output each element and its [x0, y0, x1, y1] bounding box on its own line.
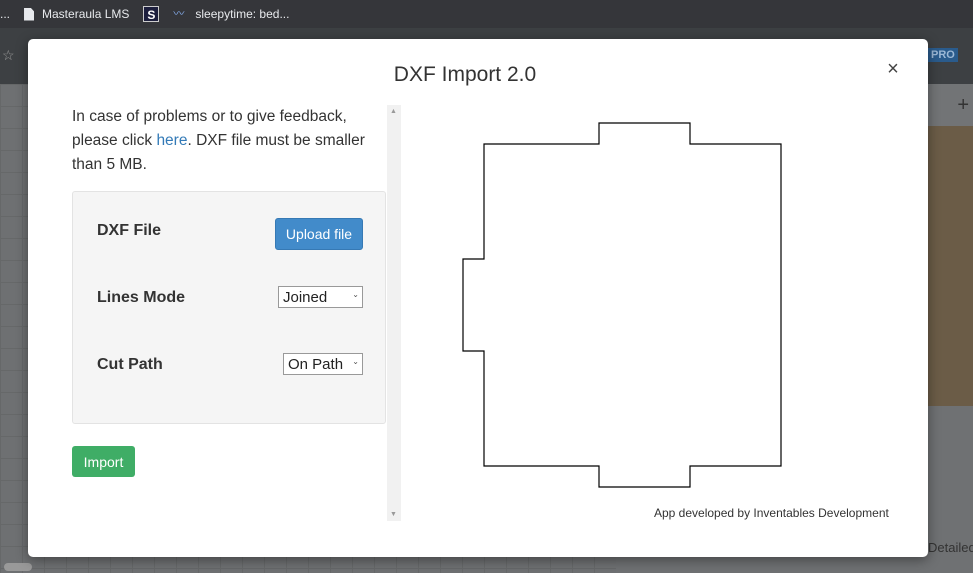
bookmark-masteraula[interactable]: Masteraula LMS — [24, 7, 129, 21]
feedback-link[interactable]: here — [156, 132, 187, 149]
horizontal-scrollbar — [4, 563, 32, 571]
import-button[interactable]: Import — [72, 446, 135, 477]
vertical-scrollbar[interactable]: ▲ ▼ — [387, 105, 401, 521]
pro-badge: PRO — [928, 48, 958, 62]
cut-path-value: On Path — [288, 355, 344, 373]
close-icon[interactable]: × — [885, 59, 901, 79]
scroll-down-icon[interactable]: ▼ — [390, 511, 397, 518]
bookmark-sleepytime[interactable]: 〰 sleepytime: bed... — [173, 7, 289, 21]
bookmarks-bar: ... Masteraula LMS S 〰 sleepytime: bed..… — [0, 0, 973, 28]
document-icon — [24, 7, 35, 21]
modal-title: DXF Import 2.0 — [393, 63, 537, 86]
lines-mode-select[interactable]: Joined ⌄ — [278, 286, 363, 308]
bookmark-s[interactable]: S — [143, 6, 167, 22]
bookmark-label: Masteraula LMS — [42, 7, 130, 21]
dxf-outline — [462, 122, 782, 488]
cut-path-label: Cut Path — [97, 356, 163, 373]
bookmarks-overflow[interactable]: ... — [0, 7, 10, 21]
upload-file-button[interactable]: Upload file — [275, 218, 363, 250]
scroll-up-icon[interactable]: ▲ — [390, 108, 397, 115]
app-credit: App developed by Inventables Development — [654, 506, 889, 520]
lines-mode-value: Joined — [283, 288, 328, 306]
chevron-down-icon: ⌄ — [352, 357, 359, 366]
intro-text: In case of problems or to give feedback,… — [72, 105, 382, 177]
wave-icon: 〰 — [173, 8, 185, 20]
star-icon: ☆ — [2, 47, 15, 63]
lines-mode-label: Lines Mode — [97, 289, 186, 306]
dxf-import-modal: DXF Import 2.0 × In case of problems or … — [28, 39, 928, 557]
dxf-preview — [462, 122, 782, 488]
import-options-panel: DXF File Upload file Lines Mode Joined ⌄… — [72, 191, 386, 424]
bookmark-label: sleepytime: bed... — [195, 7, 290, 21]
detailed-label: Detailed — [928, 540, 973, 555]
chevron-down-icon: ⌄ — [352, 290, 359, 299]
s-logo-icon: S — [143, 6, 160, 22]
material-preview — [926, 126, 973, 406]
cut-path-select[interactable]: On Path ⌄ — [283, 353, 363, 375]
add-tab-icon: + — [957, 94, 969, 116]
dxf-file-label: DXF File — [97, 222, 162, 239]
